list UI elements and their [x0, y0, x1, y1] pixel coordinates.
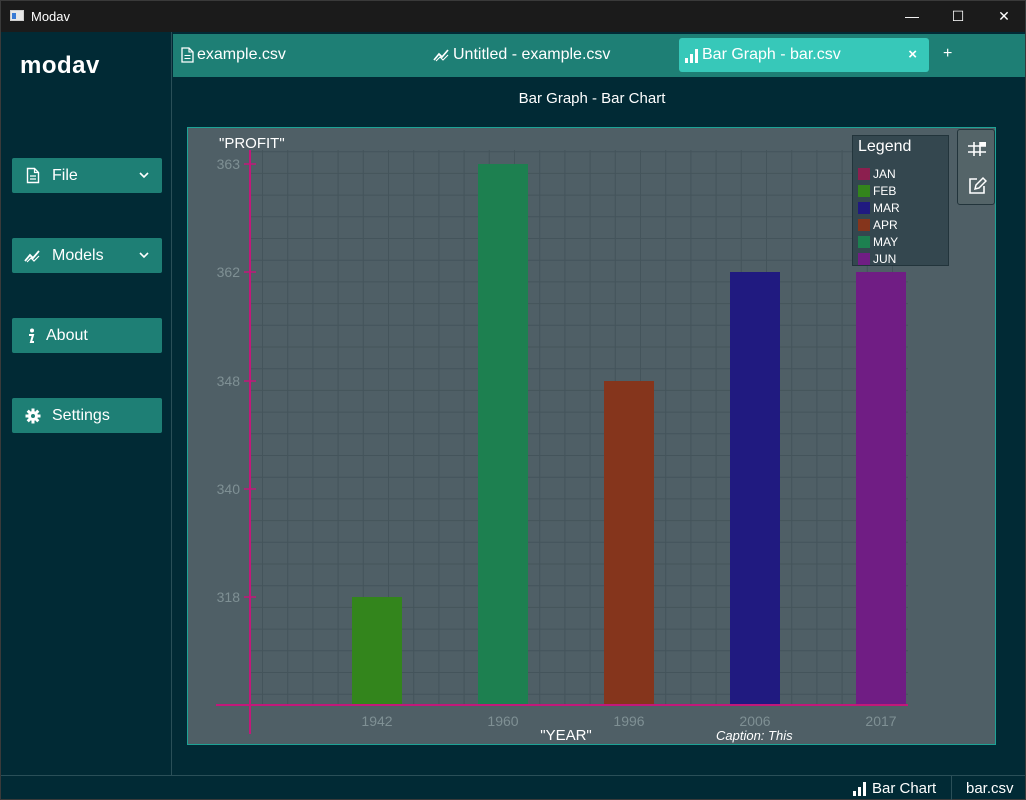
chart-caption: Caption: This: [716, 728, 793, 743]
x-tick-label: 2006: [739, 713, 770, 729]
legend-swatch: [858, 253, 870, 265]
legend-label: MAR: [873, 201, 900, 215]
close-window-button[interactable]: ✕: [981, 1, 1026, 32]
y-tick-label: 362: [217, 264, 241, 280]
tab-bar-graph[interactable]: Bar Graph - bar.csv ×: [679, 38, 929, 72]
legend-swatch: [858, 185, 870, 197]
status-chart-type: Bar Chart: [853, 780, 936, 797]
bar-2006: [730, 272, 780, 705]
y-axis-label: "PROFIT": [219, 135, 285, 152]
y-tick-label: 318: [217, 589, 241, 605]
legend-swatch: [858, 202, 870, 214]
legend-title: Legend: [858, 138, 912, 155]
bar-1960: [478, 164, 528, 705]
y-tick-label: 340: [217, 481, 241, 497]
sidebar-item-label: Models: [52, 246, 104, 264]
sidebar-item-label: About: [46, 326, 88, 344]
tab-untitled-example-csv[interactable]: Untitled - example.csv: [433, 38, 610, 72]
sidebar-item-file[interactable]: File: [12, 158, 162, 193]
sidebar: modav File Models About Settings: [2, 32, 172, 776]
legend-item: MAY: [858, 234, 898, 250]
legend-item: MAR: [858, 200, 900, 216]
x-tick-label: 1996: [613, 713, 644, 729]
tab-bar: example.csv Untitled - example.csv Bar G…: [173, 34, 1025, 77]
status-file-name: bar.csv: [966, 780, 1014, 797]
minimize-button[interactable]: —: [889, 1, 935, 32]
legend-label: FEB: [873, 184, 897, 198]
add-tab-button[interactable]: +: [943, 45, 952, 63]
chart-panel: 318 340 348 362 363 1942 1960 1996 2006 2017 "PROF…: [187, 127, 996, 745]
window-title: Modav: [31, 9, 71, 24]
sidebar-item-settings[interactable]: Settings: [12, 398, 162, 433]
chart-toolbar: [957, 129, 995, 205]
app-icon: [10, 10, 24, 21]
maximize-button[interactable]: ☐: [935, 1, 981, 32]
tab-label: Bar Graph - bar.csv: [702, 46, 841, 63]
bar-1942: [352, 597, 402, 705]
sidebar-item-label: Settings: [52, 406, 110, 424]
x-tick-label: 1942: [361, 713, 392, 729]
sidebar-item-models[interactable]: Models: [12, 238, 162, 273]
chart-heading: Bar Graph - Bar Chart: [518, 90, 666, 107]
sidebar-item-about[interactable]: About: [12, 318, 162, 353]
title-bar[interactable]: Modav — ☐ ✕: [1, 1, 1025, 32]
chart-line-icon: [433, 48, 450, 62]
info-icon: [22, 328, 40, 344]
y-tick-label: 348: [217, 373, 241, 389]
chart-line-icon: [24, 249, 42, 263]
legend-item: FEB: [858, 183, 896, 199]
chart-legend: Legend JAN FEB MAR APR MAY JUN: [852, 135, 949, 266]
bar-chart-icon: [853, 781, 867, 796]
status-divider: [951, 776, 952, 800]
x-axis-label: "YEAR": [540, 727, 592, 744]
file-icon: [24, 167, 42, 184]
legend-item: JAN: [858, 166, 896, 182]
legend-label: APR: [873, 218, 898, 232]
x-tick-label: 1960: [487, 713, 518, 729]
legend-label: JAN: [873, 167, 896, 181]
x-tick-label: 2017: [865, 713, 896, 729]
gear-icon: [24, 408, 42, 424]
edit-chart-button[interactable]: [967, 176, 988, 196]
edit-icon: [969, 176, 988, 194]
toggle-grid-button[interactable]: [967, 139, 987, 159]
bar-chart-icon: [685, 48, 699, 63]
tab-example-csv[interactable]: example.csv: [181, 38, 286, 72]
status-chart-type-label: Bar Chart: [872, 780, 937, 797]
status-bar: Bar Chart bar.csv: [1, 775, 1025, 800]
close-tab-icon[interactable]: ×: [908, 46, 917, 63]
chevron-down-icon: [138, 248, 150, 266]
grid-icon: [968, 142, 986, 156]
bar-2017: [856, 272, 906, 705]
app-logo: modav: [20, 52, 100, 79]
legend-item: JUN: [858, 251, 896, 267]
app-window: Modav — ☐ ✕ modav File Models About Sett…: [0, 0, 1026, 800]
y-tick-label: 363: [217, 156, 241, 172]
legend-item: APR: [858, 217, 898, 233]
tab-label: example.csv: [197, 46, 286, 63]
legend-swatch: [858, 236, 870, 248]
sidebar-item-label: File: [52, 166, 78, 184]
file-icon: [181, 47, 194, 63]
legend-swatch: [858, 168, 870, 180]
tab-label: Untitled - example.csv: [453, 46, 611, 63]
chart-grid: [250, 150, 908, 705]
chevron-down-icon: [138, 168, 150, 186]
bar-1996: [604, 381, 654, 705]
legend-swatch: [858, 219, 870, 231]
legend-label: MAY: [873, 235, 899, 249]
legend-label: JUN: [873, 252, 897, 266]
